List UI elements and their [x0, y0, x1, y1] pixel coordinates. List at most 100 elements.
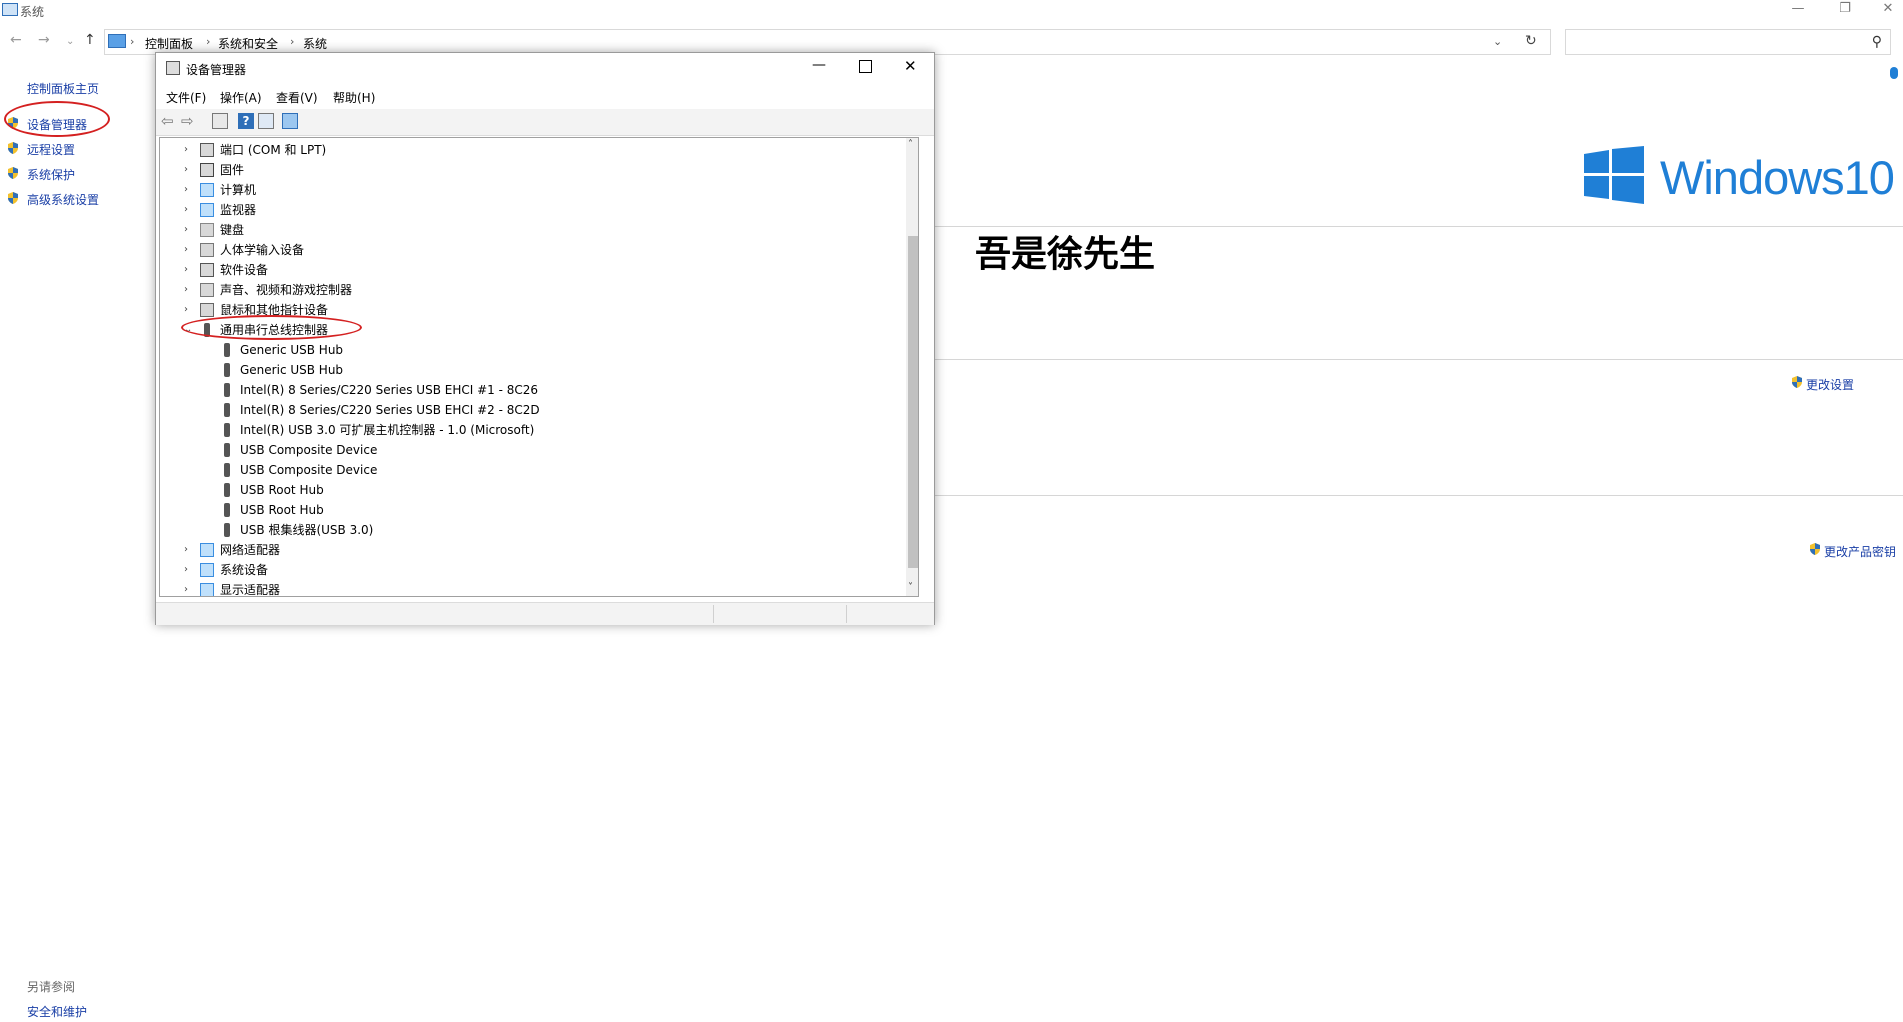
breadcrumb-separator: › — [290, 35, 295, 48]
control-panel-home-link[interactable]: 控制面板主页 — [27, 80, 99, 97]
properties-icon[interactable] — [258, 113, 274, 129]
chevron-right-icon[interactable]: › — [184, 580, 194, 596]
device-tree[interactable]: › 端口 (COM 和 LPT) › 固件 › 计算机 › 监视器 › 键盘 › 人体学输入设备 › 软件… — [159, 137, 919, 597]
computer-icon — [200, 183, 214, 197]
usb-icon — [224, 403, 230, 417]
dm-minimize-button[interactable]: — — [812, 57, 826, 73]
security-maintenance-link[interactable]: 安全和维护 — [27, 1003, 87, 1020]
hid-icon — [200, 243, 214, 257]
usb-icon — [224, 503, 230, 517]
chevron-right-icon[interactable]: › — [184, 180, 194, 200]
scroll-up-icon[interactable]: ˄ — [908, 139, 913, 150]
help-icon[interactable] — [1890, 67, 1898, 79]
chevron-right-icon[interactable]: › — [184, 200, 194, 220]
address-dropdown-icon[interactable]: ⌄ — [1493, 35, 1502, 48]
keyboard-icon — [200, 223, 214, 237]
breadcrumb-system[interactable]: 系统 — [303, 35, 327, 52]
restore-button[interactable]: ❐ — [1827, 0, 1863, 20]
breadcrumb-control-panel[interactable]: 控制面板 — [145, 35, 193, 52]
scroll-down-icon[interactable]: ˅ — [908, 582, 913, 593]
remote-settings-link[interactable]: 远程设置 — [27, 141, 75, 158]
menu-action[interactable]: 操作(A) — [220, 89, 262, 106]
refresh-icon[interactable]: ↻ — [1525, 33, 1537, 49]
forward-arrow-icon[interactable]: → — [38, 32, 50, 48]
tree-item-label: 监视器 — [220, 203, 257, 217]
search-input[interactable]: ⚲ — [1565, 29, 1891, 55]
search-icon: ⚲ — [1871, 34, 1882, 50]
tree-item-label: 软件设备 — [220, 263, 269, 277]
tree-item-label: 声音、视频和游戏控制器 — [220, 283, 353, 297]
display-adapter-icon — [200, 583, 214, 596]
chevron-right-icon[interactable]: › — [184, 560, 194, 580]
scan-hardware-icon[interactable] — [282, 113, 298, 129]
shield-icon — [6, 141, 20, 155]
breadcrumb-separator: › — [206, 35, 211, 48]
tree-item-label: 系统设备 — [220, 563, 269, 577]
up-arrow-icon[interactable]: ↑ — [84, 32, 96, 48]
breadcrumb-system-security[interactable]: 系统和安全 — [218, 35, 278, 52]
shield-icon — [1808, 542, 1822, 556]
tree-item-label: Generic USB Hub — [240, 363, 344, 377]
usb-icon — [224, 363, 230, 377]
windows-logo-icon — [1584, 146, 1644, 207]
tree-item-label: USB Composite Device — [240, 463, 378, 477]
tree-item-label: 端口 (COM 和 LPT) — [220, 143, 327, 157]
tree-item-label: 显示适配器 — [220, 583, 281, 597]
usb-icon — [224, 483, 230, 497]
monitor-icon — [200, 203, 214, 217]
sound-icon — [200, 283, 214, 297]
usb-icon — [224, 423, 230, 437]
tree-item-label: 固件 — [220, 163, 245, 177]
network-icon — [200, 543, 214, 557]
chevron-right-icon[interactable]: › — [184, 240, 194, 260]
change-product-key-link[interactable]: 更改产品密钥 — [1824, 543, 1896, 560]
back-arrow-icon[interactable]: ← — [10, 32, 22, 48]
tree-item-label: 键盘 — [220, 223, 245, 237]
scrollbar-thumb[interactable] — [908, 236, 918, 568]
help-icon[interactable]: ? — [238, 113, 254, 129]
device-manager-title: 设备管理器 — [186, 63, 247, 77]
device-manager-icon — [166, 61, 180, 75]
tree-item-label: Intel(R) 8 Series/C220 Series USB EHCI #… — [240, 403, 540, 417]
annotation-circle — [181, 315, 362, 340]
chevron-right-icon[interactable]: › — [184, 140, 194, 160]
divider — [935, 495, 1903, 496]
usb-icon — [224, 463, 230, 477]
usb-icon — [224, 523, 230, 537]
dm-maximize-button[interactable] — [859, 60, 872, 73]
minimize-button[interactable]: — — [1780, 0, 1816, 20]
chevron-right-icon[interactable]: › — [184, 300, 194, 320]
usb-icon — [224, 443, 230, 457]
dm-close-button[interactable]: ✕ — [904, 57, 917, 75]
title-bar: 系统 — [0, 0, 1903, 22]
shield-icon — [6, 166, 20, 180]
recent-dropdown-icon[interactable]: ⌄ — [66, 36, 74, 47]
shield-icon — [1790, 375, 1804, 389]
tree-item-label: 网络适配器 — [220, 543, 281, 557]
chevron-right-icon[interactable]: › — [184, 220, 194, 240]
close-button[interactable]: ✕ — [1870, 0, 1903, 20]
system-protection-link[interactable]: 系统保护 — [27, 166, 75, 183]
shield-icon — [6, 191, 20, 205]
status-bar — [156, 602, 934, 625]
forward-arrow-icon[interactable]: ⇨ — [181, 113, 197, 129]
show-hide-console-tree-icon[interactable] — [212, 113, 228, 129]
menu-file[interactable]: 文件(F) — [166, 89, 206, 106]
window-title: 系统 — [20, 5, 45, 19]
status-divider — [846, 605, 847, 623]
chevron-right-icon[interactable]: › — [184, 540, 194, 560]
advanced-system-settings-link[interactable]: 高级系统设置 — [27, 191, 99, 208]
chevron-right-icon[interactable]: › — [184, 160, 194, 180]
back-arrow-icon[interactable]: ⇦ — [161, 113, 177, 129]
tree-item-label: USB Root Hub — [240, 503, 324, 517]
chevron-right-icon[interactable]: › — [184, 260, 194, 280]
tree-item-label: USB 根集线器(USB 3.0) — [240, 523, 374, 537]
see-also-heading: 另请参阅 — [27, 980, 76, 994]
menu-view[interactable]: 查看(V) — [276, 89, 318, 106]
chevron-right-icon[interactable]: › — [184, 280, 194, 300]
change-settings-link[interactable]: 更改设置 — [1806, 376, 1854, 393]
menu-help[interactable]: 帮助(H) — [333, 89, 375, 106]
port-icon — [200, 143, 214, 157]
tree-scrollbar[interactable]: ˄ ˅ — [906, 138, 918, 596]
annotation-circle — [4, 101, 110, 137]
